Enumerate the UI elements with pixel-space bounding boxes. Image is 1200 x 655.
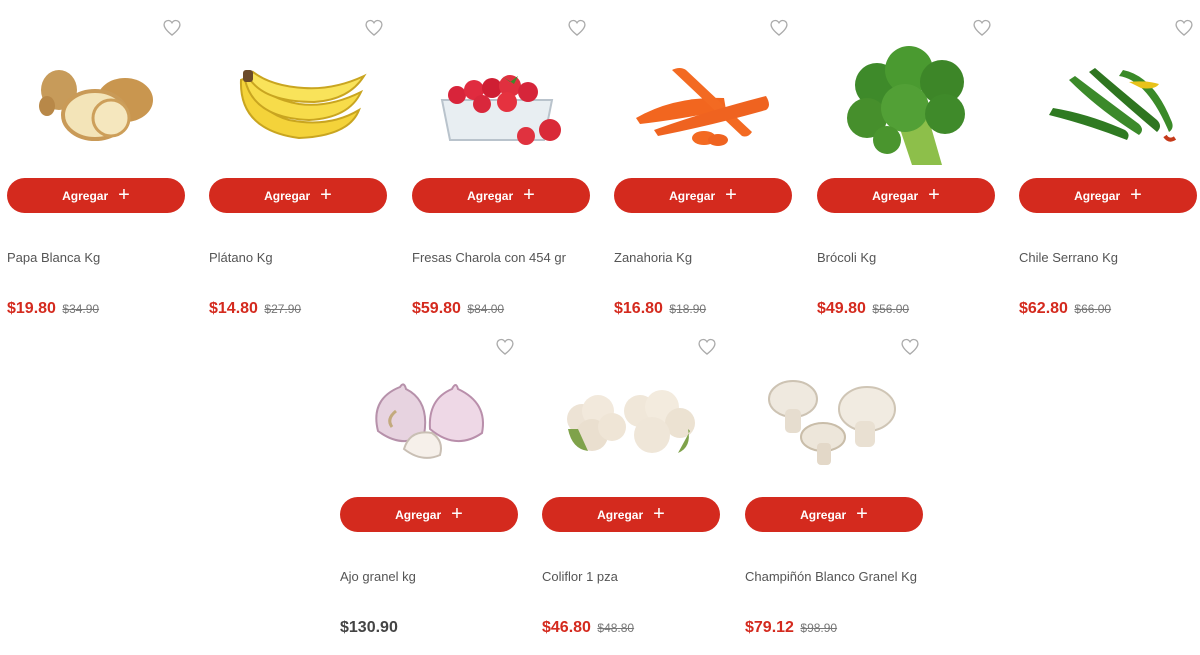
product-card[interactable]: Agregar + Brócoli Kg $49.80 $56.00	[817, 10, 995, 320]
price-block: $16.80 $18.90	[614, 300, 706, 318]
price-block: $46.80 $48.80	[542, 619, 634, 637]
heart-icon[interactable]	[567, 18, 587, 38]
original-price: $27.90	[264, 302, 302, 316]
heart-icon[interactable]	[162, 18, 182, 38]
product-image-banana[interactable]	[209, 40, 387, 170]
sale-price: $14.80	[209, 300, 258, 317]
add-to-cart-button[interactable]: Agregar +	[340, 497, 518, 532]
add-to-cart-button[interactable]: Agregar +	[817, 178, 995, 213]
product-name[interactable]: Ajo granel kg	[340, 569, 416, 584]
plus-icon: +	[118, 183, 130, 206]
add-to-cart-button[interactable]: Agregar +	[412, 178, 590, 213]
product-card[interactable]: Agregar + Fresas Charola con 454 gr $59.8…	[412, 10, 590, 320]
product-image-garlic[interactable]	[340, 359, 518, 489]
product-card[interactable]: Agregar + Coliflor 1 pza $46.80 $48.80	[542, 329, 720, 639]
product-grid: Agregar + Papa Blanca Kg $19.80 $34.90 Ag…	[0, 0, 1200, 655]
product-name[interactable]: Fresas Charola con 454 gr	[412, 250, 566, 265]
product-card[interactable]: Agregar + Plátano Kg $14.80 $27.90	[209, 10, 387, 320]
original-price: $34.90	[62, 302, 100, 316]
heart-icon[interactable]	[697, 337, 717, 357]
plus-icon: +	[928, 183, 940, 206]
plus-icon: +	[856, 502, 868, 525]
add-to-cart-button[interactable]: Agregar +	[7, 178, 185, 213]
add-to-cart-button[interactable]: Agregar +	[209, 178, 387, 213]
product-image-mushroom[interactable]	[745, 359, 923, 489]
sale-price: $79.12	[745, 619, 794, 636]
sale-price: $62.80	[1019, 300, 1068, 317]
add-to-cart-button[interactable]: Agregar +	[1019, 178, 1197, 213]
price-block: $62.80 $66.00	[1019, 300, 1111, 318]
sale-price: $16.80	[614, 300, 663, 317]
product-image-cauliflower[interactable]	[542, 359, 720, 489]
sale-price: $49.80	[817, 300, 866, 317]
original-price: $66.00	[1074, 302, 1112, 316]
price-block: $49.80 $56.00	[817, 300, 909, 318]
product-name[interactable]: Champiñón Blanco Granel Kg	[745, 569, 917, 584]
plus-icon: +	[725, 183, 737, 206]
product-image-potato[interactable]	[7, 40, 185, 170]
plus-icon: +	[523, 183, 535, 206]
product-name[interactable]: Zanahoria Kg	[614, 250, 692, 265]
plus-icon: +	[451, 502, 463, 525]
add-to-cart-button[interactable]: Agregar +	[542, 497, 720, 532]
sale-price: $46.80	[542, 619, 591, 636]
sale-price: $59.80	[412, 300, 461, 317]
heart-icon[interactable]	[1174, 18, 1194, 38]
product-name[interactable]: Papa Blanca Kg	[7, 250, 100, 265]
original-price: $18.90	[669, 302, 707, 316]
sale-price: $19.80	[7, 300, 56, 317]
product-card[interactable]: Agregar + Zanahoria Kg $16.80 $18.90	[614, 10, 792, 320]
original-price: $98.90	[800, 621, 838, 635]
product-card[interactable]: Agregar + Papa Blanca Kg $19.80 $34.90	[7, 10, 185, 320]
heart-icon[interactable]	[900, 337, 920, 357]
product-card[interactable]: Agregar + Chile Serrano Kg $62.80 $66.00	[1019, 10, 1197, 320]
product-image-broccoli[interactable]	[817, 40, 995, 170]
product-card[interactable]: Agregar + Champiñón Blanco Granel Kg $79.…	[745, 329, 923, 639]
plus-icon: +	[1130, 183, 1142, 206]
heart-icon[interactable]	[364, 18, 384, 38]
original-price: $56.00	[872, 302, 910, 316]
price-block: $14.80 $27.90	[209, 300, 301, 318]
heart-icon[interactable]	[769, 18, 789, 38]
product-image-strawberries[interactable]	[412, 40, 590, 170]
price-block: $59.80 $84.00	[412, 300, 504, 318]
heart-icon[interactable]	[972, 18, 992, 38]
original-price: $84.00	[467, 302, 505, 316]
price-block: $79.12 $98.90	[745, 619, 837, 637]
product-image-carrot[interactable]	[614, 40, 792, 170]
product-name[interactable]: Coliflor 1 pza	[542, 569, 618, 584]
price: $130.90	[340, 619, 398, 636]
product-name[interactable]: Brócoli Kg	[817, 250, 876, 265]
heart-icon[interactable]	[495, 337, 515, 357]
product-image-chili[interactable]	[1019, 40, 1197, 170]
original-price: $48.80	[597, 621, 635, 635]
product-name[interactable]: Chile Serrano Kg	[1019, 250, 1118, 265]
price-block: $19.80 $34.90	[7, 300, 99, 318]
plus-icon: +	[320, 183, 332, 206]
product-card[interactable]: Agregar + Ajo granel kg $130.90	[340, 329, 518, 639]
product-name[interactable]: Plátano Kg	[209, 250, 273, 265]
add-to-cart-button[interactable]: Agregar +	[614, 178, 792, 213]
add-to-cart-button[interactable]: Agregar +	[745, 497, 923, 532]
price-block: $130.90	[340, 619, 398, 637]
plus-icon: +	[653, 502, 665, 525]
